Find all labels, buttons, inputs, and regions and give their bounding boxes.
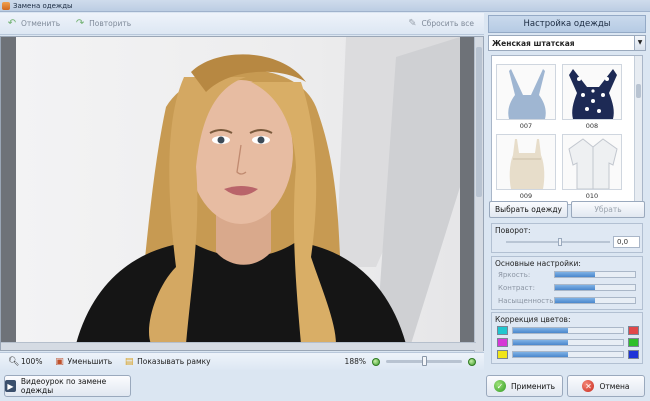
show-frame-label: Показывать рамку xyxy=(137,357,211,366)
brightness-label: Яркость: xyxy=(498,271,531,279)
canvas-vscroll-thumb[interactable] xyxy=(476,47,482,197)
redo-button[interactable]: ↷ Повторить xyxy=(74,17,132,29)
cancel-label: Отмена xyxy=(599,381,630,391)
brightness-slider[interactable] xyxy=(554,271,636,278)
title-bar: Замена одежды xyxy=(0,0,650,12)
undo-icon: ↶ xyxy=(7,17,17,29)
contrast-slider[interactable] xyxy=(554,284,636,291)
video-tutorial-label: Видеоурок по замене одежды xyxy=(20,377,107,395)
cancel-button[interactable]: ✕ Отмена xyxy=(567,375,645,397)
status-bar: 🔍︎ 100% ▣ Уменьшить ▤ Показывать рамку 1… xyxy=(0,352,484,370)
color-correction-title: Коррекция цветов: xyxy=(495,315,571,324)
rotation-slider[interactable] xyxy=(506,238,610,246)
redo-label: Повторить xyxy=(89,19,132,28)
basic-settings-section: Основные настройки: Яркость: Контраст: Н… xyxy=(491,256,643,310)
cyan-swatch xyxy=(497,326,508,335)
shrink-label: Уменьшить xyxy=(67,357,113,366)
shrink-icon: ▣ xyxy=(55,356,64,367)
reset-all-label: Сбросить все xyxy=(421,19,474,28)
apply-button[interactable]: ✓ Применить xyxy=(486,375,563,397)
portrait-illustration xyxy=(76,37,460,344)
clothes-item-010[interactable] xyxy=(562,134,622,190)
saturation-slider[interactable] xyxy=(554,297,636,304)
rotation-title: Поворот: xyxy=(495,226,531,235)
halter-top-icon xyxy=(508,69,546,119)
canvas-horizontal-scrollbar[interactable] xyxy=(1,342,476,350)
rotation-slider-knob[interactable] xyxy=(558,238,562,246)
checkmark-icon: ✓ xyxy=(493,380,506,392)
reset-all-button[interactable]: ✎ Сбросить все xyxy=(406,17,474,29)
undo-button[interactable]: ↶ Отменить xyxy=(6,17,61,29)
zoom-slider[interactable] xyxy=(386,356,462,366)
polka-dot-top-icon xyxy=(569,69,617,119)
red-swatch xyxy=(628,326,639,335)
clothes-gallery: 007 008 009 010 xyxy=(491,55,643,205)
contrast-label: Контраст: xyxy=(498,284,535,292)
category-select[interactable]: Женская штатская ▼ xyxy=(488,35,646,51)
zoom-slider-knob[interactable] xyxy=(422,356,427,366)
saturation-fill xyxy=(555,298,595,303)
green-swatch xyxy=(628,338,639,347)
undo-label: Отменить xyxy=(21,19,61,28)
redo-icon: ↷ xyxy=(75,17,85,29)
saturation-label: Насыщенность: xyxy=(498,297,556,305)
gallery-scroll-thumb[interactable] xyxy=(636,84,641,98)
remove-clothes-button[interactable]: Убрать xyxy=(571,201,645,218)
rotation-value-input[interactable]: 0,0 xyxy=(613,236,640,248)
clothes-item-009[interactable] xyxy=(496,134,556,190)
clothes-item-009-label: 009 xyxy=(519,192,533,200)
video-camera-icon: ▶ xyxy=(5,380,16,392)
lace-top-icon xyxy=(509,139,545,189)
photo-canvas[interactable] xyxy=(0,36,484,352)
panel-title: Настройка одежды xyxy=(488,15,646,33)
editor-toolbar: ↶ Отменить ↷ Повторить ✎ Сбросить все xyxy=(0,13,484,35)
brightness-fill xyxy=(555,272,595,277)
gallery-scrollbar[interactable] xyxy=(634,56,642,204)
category-value: Женская штатская xyxy=(492,38,575,48)
app-icon xyxy=(2,1,10,10)
color-correction-section: Коррекция цветов: xyxy=(491,312,643,364)
yellow-blue-slider[interactable] xyxy=(512,351,624,358)
zoom-in-button[interactable] xyxy=(468,357,476,366)
magenta-swatch xyxy=(497,338,508,347)
clothes-settings-panel: Настройка одежды Женская штатская ▼ 007 … xyxy=(486,13,650,369)
zoom-fit-label: 100% xyxy=(21,357,43,366)
cyan-red-fill xyxy=(513,328,568,333)
clothes-item-008[interactable] xyxy=(562,64,622,120)
zoom-level: 188% xyxy=(344,357,366,366)
canvas-vertical-scrollbar[interactable] xyxy=(474,37,483,352)
window-title: Замена одежды xyxy=(13,1,73,10)
choose-clothes-button[interactable]: Выбрать одежду xyxy=(489,201,568,218)
magnifier-icon: 🔍︎ xyxy=(8,356,20,367)
white-shirt-icon xyxy=(568,138,618,189)
rotation-section: Поворот: 0,0 xyxy=(491,223,643,253)
zoom-out-button[interactable] xyxy=(372,357,380,366)
contrast-fill xyxy=(555,285,595,290)
clothes-item-007[interactable] xyxy=(496,64,556,120)
apply-label: Применить xyxy=(510,381,556,391)
cyan-red-slider[interactable] xyxy=(512,327,624,334)
eraser-icon: ✎ xyxy=(408,17,417,29)
chevron-down-icon[interactable]: ▼ xyxy=(634,36,645,50)
close-icon: ✕ xyxy=(582,380,595,392)
bottom-bar: ▶ Видеоурок по замене одежды ✓ Применить… xyxy=(0,371,650,401)
clothes-item-008-label: 008 xyxy=(585,122,599,130)
frame-icon: ▤ xyxy=(124,356,134,367)
yellow-blue-fill xyxy=(513,352,568,357)
blue-swatch xyxy=(628,350,639,359)
yellow-swatch xyxy=(497,350,508,359)
clothes-item-007-label: 007 xyxy=(519,122,533,130)
show-frame-toggle[interactable]: ▤ Показывать рамку xyxy=(124,356,211,367)
basic-settings-title: Основные настройки: xyxy=(495,259,581,268)
video-tutorial-button[interactable]: ▶ Видеоурок по замене одежды xyxy=(4,375,131,397)
zoom-fit-button[interactable]: 🔍︎ 100% xyxy=(8,357,42,367)
portrait-photo xyxy=(16,37,460,344)
magenta-green-slider[interactable] xyxy=(512,339,624,346)
shrink-button[interactable]: ▣ Уменьшить xyxy=(54,357,112,367)
magenta-green-fill xyxy=(513,340,568,345)
clothes-item-010-label: 010 xyxy=(585,192,599,200)
